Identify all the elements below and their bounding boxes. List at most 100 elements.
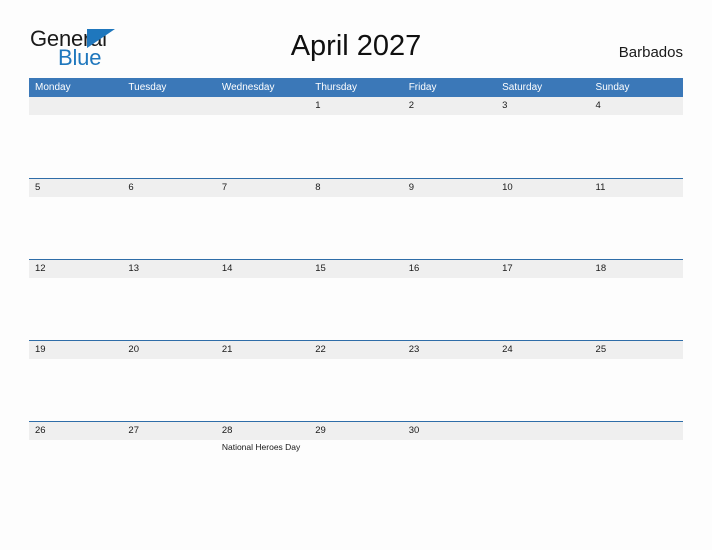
weekday-header-monday: Monday (35, 82, 71, 93)
day-event (409, 278, 496, 280)
day-cell[interactable]: 23 (403, 341, 496, 421)
page-header: General Blue April 2027 Barbados (0, 0, 712, 78)
day-cell[interactable]: 17 (496, 260, 589, 340)
day-cell[interactable]: 16 (403, 260, 496, 340)
day-cell[interactable]: 1 (309, 97, 402, 178)
day-cell[interactable]: 22 (309, 341, 402, 421)
region-label: Barbados (618, 44, 683, 61)
day-event (596, 359, 683, 361)
week-row: 26 27 28 National Heroes Day 29 30 (29, 421, 683, 502)
day-cell[interactable]: 28 National Heroes Day (216, 422, 309, 502)
day-event (502, 440, 589, 442)
day-number: 28 (221, 425, 233, 436)
day-event (35, 278, 122, 280)
day-number: 4 (595, 100, 601, 111)
week-cells: 5 6 7 8 9 10 11 (29, 179, 683, 259)
day-number (222, 97, 309, 115)
day-cell[interactable]: 24 (496, 341, 589, 421)
day-event (596, 197, 683, 199)
day-cell[interactable] (29, 97, 122, 178)
day-event (502, 197, 589, 199)
day-event (502, 359, 589, 361)
day-cell[interactable]: 8 (309, 179, 402, 259)
day-cell[interactable] (590, 422, 683, 502)
day-cell[interactable]: 15 (309, 260, 402, 340)
day-number: 21 (221, 344, 233, 355)
day-cell[interactable]: 5 (29, 179, 122, 259)
day-number: 17 (502, 263, 513, 274)
day-number: 22 (315, 344, 326, 355)
day-cell[interactable]: 10 (496, 179, 589, 259)
day-event: National Heroes Day (221, 442, 301, 452)
day-cell[interactable]: 20 (122, 341, 215, 421)
week-cells: 1 2 3 4 (29, 97, 683, 178)
day-number: 27 (128, 425, 139, 436)
day-number: 7 (221, 182, 228, 193)
day-cell[interactable]: 3 (496, 97, 589, 178)
day-event (409, 197, 496, 199)
day-cell[interactable] (216, 97, 309, 178)
day-event (502, 115, 589, 117)
week-cells: 26 27 28 National Heroes Day 29 30 (29, 422, 683, 502)
day-cell[interactable]: 12 (29, 260, 122, 340)
day-cell[interactable]: 30 (403, 422, 496, 502)
day-number: 29 (315, 425, 326, 436)
day-cell[interactable]: 25 (590, 341, 683, 421)
day-number (128, 97, 215, 115)
day-number: 30 (408, 425, 420, 436)
day-number: 6 (128, 182, 134, 193)
day-cell[interactable] (122, 97, 215, 178)
day-number: 11 (595, 182, 606, 193)
calendar-grid: Monday Tuesday Wednesday Thursday Friday… (29, 78, 683, 502)
day-event (222, 359, 309, 361)
weekday-header-friday: Friday (408, 82, 437, 93)
day-event (35, 359, 122, 361)
week-row: 12 13 14 15 16 17 18 (29, 259, 683, 340)
weekday-header-sunday: Sunday (595, 82, 630, 93)
day-number (502, 422, 589, 440)
day-cell[interactable]: 4 (590, 97, 683, 178)
day-event (128, 440, 215, 442)
day-event (315, 278, 402, 280)
day-number: 16 (408, 263, 420, 274)
weekday-header-tuesday: Tuesday (128, 82, 167, 93)
day-number: 25 (595, 344, 607, 355)
day-cell[interactable]: 7 (216, 179, 309, 259)
weekday-header-wednesday: Wednesday (221, 82, 275, 93)
day-cell[interactable]: 14 (216, 260, 309, 340)
day-cell[interactable]: 18 (590, 260, 683, 340)
day-number: 12 (35, 263, 46, 274)
day-event (409, 115, 496, 117)
day-event (222, 115, 309, 117)
day-number: 9 (408, 182, 414, 193)
day-cell[interactable]: 11 (590, 179, 683, 259)
week-row: 19 20 21 22 23 24 25 (29, 340, 683, 421)
day-cell[interactable] (496, 422, 589, 502)
day-cell[interactable]: 13 (122, 260, 215, 340)
day-cell[interactable]: 26 (29, 422, 122, 502)
day-event (35, 197, 122, 199)
day-cell[interactable]: 6 (122, 179, 215, 259)
day-number: 2 (408, 100, 414, 111)
day-cell[interactable]: 27 (122, 422, 215, 502)
day-cell[interactable]: 2 (403, 97, 496, 178)
day-number: 15 (315, 263, 326, 274)
week-row: 1 2 3 4 (29, 97, 683, 178)
day-cell[interactable]: 21 (216, 341, 309, 421)
day-cell[interactable]: 29 (309, 422, 402, 502)
day-event (502, 278, 589, 280)
day-number: 19 (35, 344, 46, 355)
day-cell[interactable]: 19 (29, 341, 122, 421)
week-row: 5 6 7 8 9 10 11 (29, 178, 683, 259)
day-number (35, 97, 122, 115)
day-event (596, 278, 683, 280)
day-event (315, 359, 402, 361)
week-cells: 12 13 14 15 16 17 18 (29, 260, 683, 340)
day-event (409, 440, 496, 442)
day-number (596, 422, 683, 440)
day-cell[interactable]: 9 (403, 179, 496, 259)
day-event (128, 278, 215, 280)
day-event (128, 359, 215, 361)
day-event (596, 115, 683, 117)
day-number: 23 (408, 344, 420, 355)
